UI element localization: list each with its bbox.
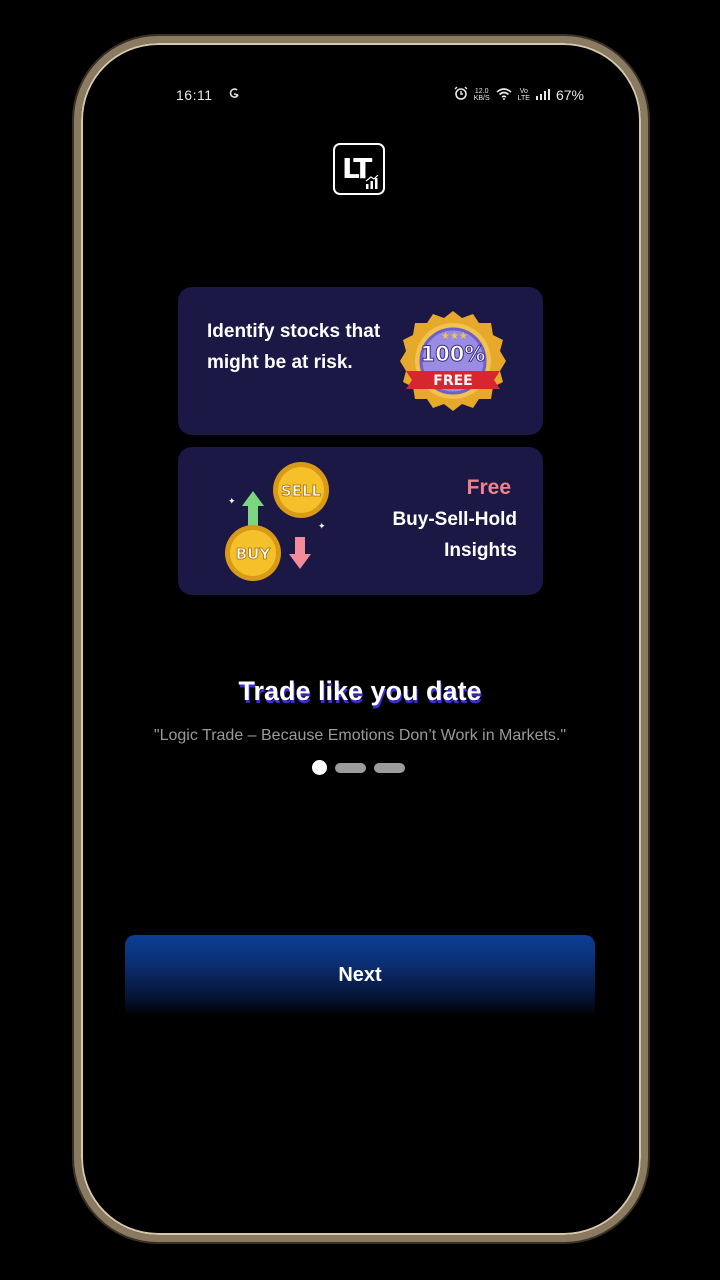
feature-card-insights: SELL BUY ✦ ✦ Free Buy-Sell-Hold Insights — [178, 447, 543, 595]
battery-percent: 67% — [555, 86, 584, 103]
free-badge-icon: ★★★ 100% FREE — [400, 311, 506, 411]
page-dot-active — [312, 760, 327, 775]
status-bar: 16:11 12.0 KB/S Vo LTE 67% — [176, 86, 588, 108]
net-speed: 12.0 KB/S — [474, 88, 490, 102]
svg-text:✦: ✦ — [318, 521, 326, 531]
svg-text:✦: ✦ — [228, 496, 236, 506]
net-speed-value: 12.0 — [474, 87, 489, 95]
badge-percent: 100% — [421, 342, 486, 366]
feature-card-insights-line2: Insights — [444, 540, 517, 561]
onboarding-subtitle: "Logic Trade – Because Emotions Don’t Wo… — [153, 727, 567, 744]
phone-frame — [74, 36, 648, 1242]
chart-up-icon — [365, 175, 379, 189]
feature-card-risk: Identify stocks that might be at risk. ★… — [178, 287, 543, 435]
status-time: 16:11 — [176, 87, 213, 103]
app-logo: LT — [333, 143, 385, 195]
page-dot — [335, 762, 366, 773]
volte-label: Vo LTE — [518, 88, 530, 102]
signal-icon — [535, 89, 550, 100]
volte-top: Vo — [519, 87, 528, 95]
alarm-icon — [454, 86, 468, 103]
sync-icon — [228, 87, 240, 104]
next-button[interactable]: Next — [125, 935, 595, 1017]
net-speed-unit: KB/S — [473, 94, 490, 102]
feature-card-insights-line1: Buy-Sell-Hold — [392, 509, 517, 530]
svg-text:★★★: ★★★ — [441, 331, 468, 342]
badge-free-label: FREE — [433, 373, 472, 389]
feature-card-risk-text: Identify stocks that might be at risk. — [207, 321, 381, 373]
onboarding-headline: Trade like you date — [238, 676, 482, 706]
next-button-label: Next — [338, 964, 382, 986]
buy-sell-coins-icon: SELL BUY ✦ ✦ — [225, 462, 329, 581]
wifi-icon — [496, 87, 512, 103]
pagination-indicator — [312, 760, 405, 775]
volte-bottom: LTE — [517, 94, 530, 102]
coin-buy-label: BUY — [236, 545, 272, 563]
coin-sell-label: SELL — [281, 482, 322, 500]
page-dot — [374, 762, 405, 773]
feature-card-free-label: Free — [466, 476, 511, 499]
